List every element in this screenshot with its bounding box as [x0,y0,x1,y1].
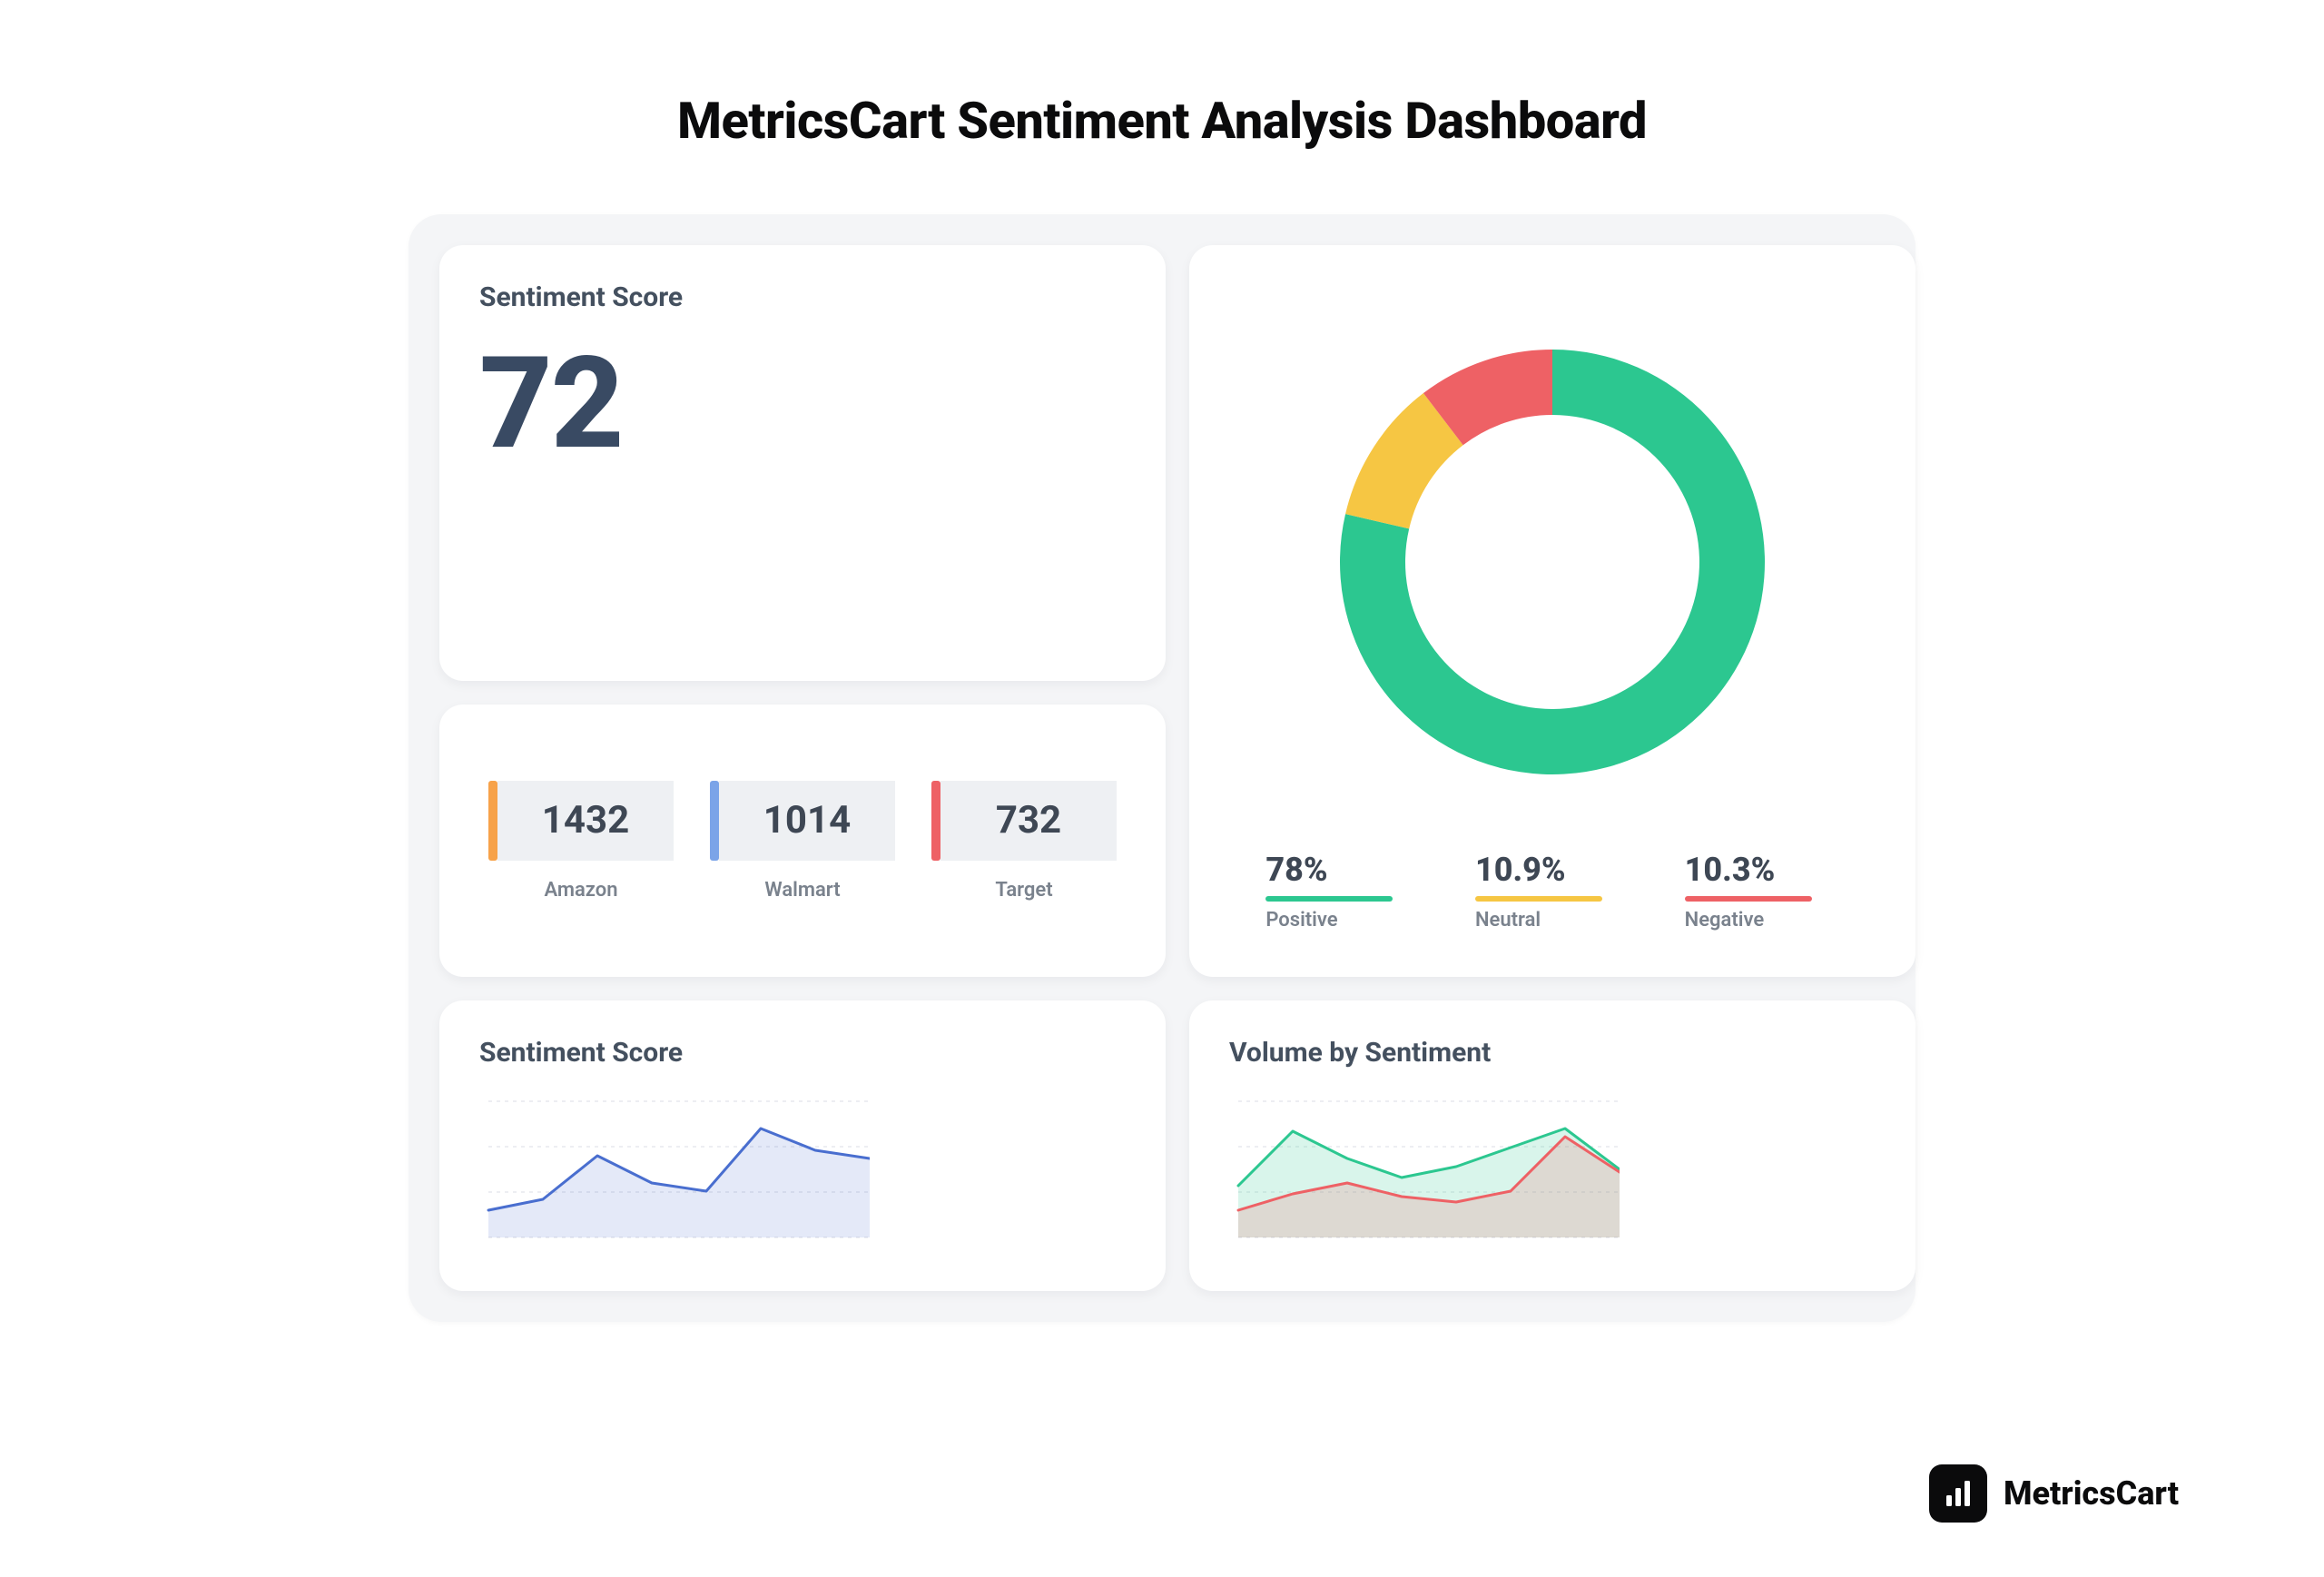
retailer-item: 1014 Walmart [710,781,895,902]
sentiment-donut-card: 78% Positive 10.9% Neutral 10.3% Negative [1189,245,1915,977]
retailer-label: Target [995,879,1052,902]
page-title: MetricsCart Sentiment Analysis Dashboard [677,91,1647,151]
donut-chart [1307,317,1797,807]
volume-by-sentiment-chart [1229,1092,1620,1247]
retailer-color-bar [488,781,497,861]
dashboard-board: Sentiment Score 72 78% Positive 10.9% Neutr… [409,214,1915,1322]
retailer-item: 1432 Amazon [488,781,674,902]
retailers-card: 1432 Amazon 1014 Walmart 732 Target [439,705,1166,977]
retailer-color-bar [710,781,719,861]
legend-value: 78% [1265,851,1420,896]
legend-label: Positive [1265,909,1420,931]
card-title: Sentiment Score [479,281,1126,313]
volume-by-sentiment-card: Volume by Sentiment [1189,1000,1915,1291]
brand-name: MetricsCart [2004,1474,2179,1513]
retailer-label: Walmart [764,879,840,902]
sentiment-score-value: 72 [479,340,1126,468]
retailer-color-bar [931,781,940,861]
sentiment-score-line-card: Sentiment Score [439,1000,1166,1291]
legend-value: 10.3% [1685,851,1839,896]
brand-badge: MetricsCart [1929,1464,2179,1523]
legend-item-positive: 78% Positive [1265,851,1420,931]
card-title: Sentiment Score [479,1037,1126,1069]
legend-color-line [1685,896,1812,902]
retailer-item: 732 Target [931,781,1117,902]
legend-color-line [1265,896,1393,902]
retailer-value: 1432 [497,781,674,861]
legend-value: 10.9% [1475,851,1630,896]
retailer-label: Amazon [544,879,617,902]
legend-item-neutral: 10.9% Neutral [1475,851,1630,931]
brand-bars-icon [1929,1464,1987,1523]
card-title: Volume by Sentiment [1229,1037,1876,1069]
retailer-value: 1014 [719,781,895,861]
sentiment-score-line-chart [479,1092,870,1247]
legend-item-negative: 10.3% Negative [1685,851,1839,931]
legend-color-line [1475,896,1602,902]
retailer-value: 732 [940,781,1117,861]
sentiment-score-card: Sentiment Score 72 [439,245,1166,681]
legend-label: Neutral [1475,909,1630,931]
legend-label: Negative [1685,909,1839,931]
